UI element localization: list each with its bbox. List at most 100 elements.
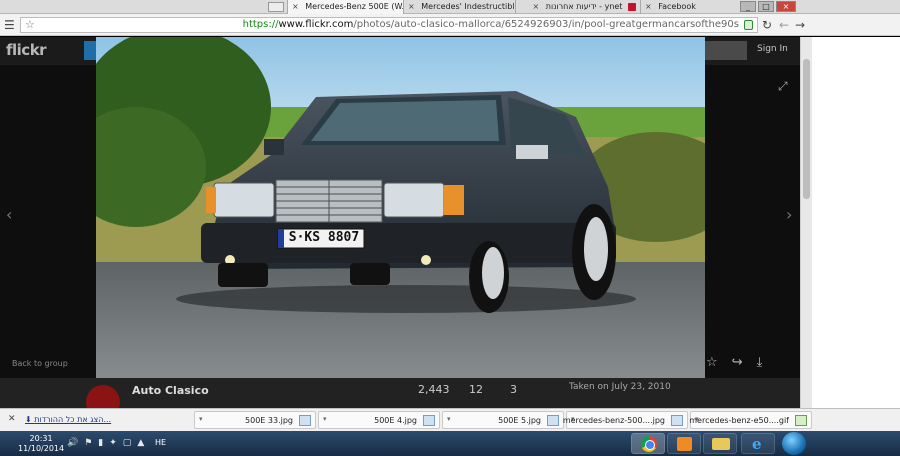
flag-icon[interactable]: ⚑ <box>84 438 92 448</box>
system-tray: 🔊 ⚑ ▮ ✦ ▢ ▲ <box>67 438 144 448</box>
tab-title: Mercedes' Indestructible <box>421 2 515 11</box>
search-input[interactable] <box>705 41 747 60</box>
reload-icon[interactable]: ↻ <box>762 17 772 33</box>
windows-taskbar: 20:31 11/10/2014 🔊 ⚑ ▮ ✦ ▢ ▲ HE e <box>0 431 900 456</box>
url-path: /photos/auto-clasico-mallorca/6524926903… <box>353 19 739 30</box>
minimize-button[interactable]: _ <box>740 1 756 12</box>
url-scheme: https:// <box>242 19 279 30</box>
taskbar-folder-button[interactable] <box>703 433 737 454</box>
address-url: https://www.flickr.com/photos/auto-clasi… <box>243 19 739 30</box>
photo-actions: ☆ ↪ ⤓ <box>706 355 762 370</box>
previous-photo-icon[interactable]: ‹ <box>6 205 12 224</box>
sign-in-link[interactable]: Sign In <box>757 44 788 54</box>
clock-time: 20:31 <box>29 434 53 443</box>
screen: × Facebook ynet - ידיעות אחרונות × × Mer… <box>0 0 900 456</box>
image-file-icon <box>423 415 435 426</box>
download-item[interactable]: ▾ 500E 5.jpg <box>442 411 564 429</box>
favorite-star-icon[interactable]: ☆ <box>706 355 718 370</box>
start-button[interactable] <box>782 432 806 455</box>
download-filename: mercedes-benz-e50....gif <box>689 416 789 425</box>
download-arrow-icon: ⬇ <box>25 415 35 424</box>
share-icon[interactable]: ↪ <box>732 355 743 370</box>
taken-date: Taken on July 23, 2010 <box>569 382 671 392</box>
tab-mercedes-500e[interactable]: × Mercedes-Benz 500E (W... <box>287 0 403 14</box>
download-icon[interactable]: ⤓ <box>757 355 763 370</box>
tab-ynet[interactable]: ynet - ידיעות אחרונות × <box>515 0 640 14</box>
flickr-photo-page: flickr Sign In S·KS 8807 ‹ › ⤢ Back to g… <box>0 37 812 419</box>
close-tab-icon[interactable]: × <box>645 2 652 11</box>
bookmark-star-icon[interactable]: ☆ <box>25 18 35 31</box>
flickr-logo[interactable]: flickr <box>6 41 47 59</box>
faves-count: 12 <box>469 383 483 396</box>
tab-title: ynet - ידיעות אחרונות <box>545 2 623 11</box>
tab-title: Mercedes-Benz 500E (W... <box>305 2 403 11</box>
folder-icon <box>712 438 730 450</box>
download-item[interactable]: ▾ 500E 4.jpg <box>318 411 440 429</box>
owner-name[interactable]: Auto Clasico <box>132 384 209 397</box>
image-file-icon <box>671 415 683 426</box>
download-filename: mercedes-benz-500....jpg <box>562 416 665 425</box>
image-file-icon <box>547 415 559 426</box>
network-icon[interactable]: ▮ <box>98 438 103 448</box>
dropbox-icon[interactable]: ✦ <box>109 438 117 448</box>
download-filename: 500E 33.jpg <box>245 416 293 425</box>
download-filename: 500E 4.jpg <box>374 416 417 425</box>
media-player-icon <box>677 437 692 451</box>
main-photo[interactable]: S·KS 8807 <box>96 37 705 387</box>
secure-lock-icon[interactable] <box>744 20 753 30</box>
browser-toolbar: ☰ ☆ https://www.flickr.com/photos/auto-c… <box>0 14 900 36</box>
close-tab-icon[interactable]: × <box>292 2 299 11</box>
back-to-group-link[interactable]: Back to group <box>12 359 68 368</box>
forward-arrow-icon[interactable]: ← <box>779 17 789 33</box>
views-count: 2,443 <box>418 383 450 396</box>
blank-right-area <box>812 37 900 408</box>
close-tab-icon[interactable]: × <box>408 2 415 11</box>
close-window-button[interactable]: × <box>776 1 796 12</box>
back-arrow-icon[interactable]: → <box>795 17 805 33</box>
taskbar-ie-button[interactable]: e <box>741 433 775 454</box>
page-scrollbar[interactable] <box>800 37 812 408</box>
new-tab-button[interactable] <box>268 2 284 12</box>
maximize-button[interactable]: □ <box>758 1 774 12</box>
close-shelf-icon[interactable]: ✕ <box>8 414 16 424</box>
comments-count: 3 <box>510 383 517 396</box>
action-center-icon[interactable]: ▢ <box>123 438 132 448</box>
system-clock[interactable]: 20:31 11/10/2014 <box>18 434 64 454</box>
taskbar-chrome-button[interactable] <box>631 433 665 454</box>
window-buttons: _ □ × <box>740 1 796 12</box>
license-plate-text: S·KS 8807 <box>288 230 360 245</box>
download-item[interactable]: ▾ mercedes-benz-e50....gif <box>689 411 812 429</box>
download-item[interactable]: ▾ 500E 33.jpg <box>194 411 316 429</box>
tab-indestructible[interactable]: × Mercedes' Indestructible <box>403 0 515 14</box>
dropdown-arrow-icon[interactable]: ▾ <box>447 415 451 423</box>
hamburger-menu-icon[interactable]: ☰ <box>4 17 15 33</box>
clock-date: 11/10/2014 <box>18 444 65 453</box>
next-photo-icon[interactable]: › <box>786 205 792 224</box>
photo-meta-bar: Auto Clasico 2,443 12 3 Taken on July 23… <box>0 378 812 419</box>
download-item[interactable]: ▾ mercedes-benz-500....jpg <box>562 411 688 429</box>
download-shelf: ✕ ⬇ הצג את כל ההורדות... ▾ 500E 33.jpg ▾… <box>0 408 900 431</box>
show-all-downloads-link[interactable]: ⬇ הצג את כל ההורדות... <box>25 415 111 424</box>
dropdown-arrow-icon[interactable]: ▾ <box>323 415 327 423</box>
address-bar[interactable]: ☆ https://www.flickr.com/photos/auto-cla… <box>20 17 758 33</box>
dropdown-arrow-icon[interactable]: ▾ <box>199 415 203 423</box>
scrollbar-thumb[interactable] <box>803 59 810 199</box>
internet-explorer-icon: e <box>752 435 762 453</box>
download-filename: 500E 5.jpg <box>498 416 541 425</box>
gif-file-icon <box>795 415 807 426</box>
show-hidden-icons-icon[interactable]: ▲ <box>137 438 144 448</box>
taskbar-media-button[interactable] <box>667 433 701 454</box>
image-file-icon <box>299 415 311 426</box>
browser-tab-strip: × Facebook ynet - ידיעות אחרונות × × Mer… <box>0 0 900 14</box>
close-tab-icon[interactable]: × <box>533 2 540 11</box>
header-search-fragment <box>84 41 96 60</box>
expand-icon[interactable]: ⤢ <box>778 79 788 94</box>
show-all-label: הצג את כל ההורדות... <box>34 415 112 424</box>
car-photo-graphic <box>96 37 705 387</box>
tab-title: Facebook <box>658 2 696 11</box>
chrome-icon <box>641 436 657 452</box>
volume-icon[interactable]: 🔊 <box>67 438 78 448</box>
url-host: www.flickr.com <box>278 19 354 30</box>
ynet-favicon-icon <box>628 2 636 11</box>
language-indicator[interactable]: HE <box>155 438 166 447</box>
